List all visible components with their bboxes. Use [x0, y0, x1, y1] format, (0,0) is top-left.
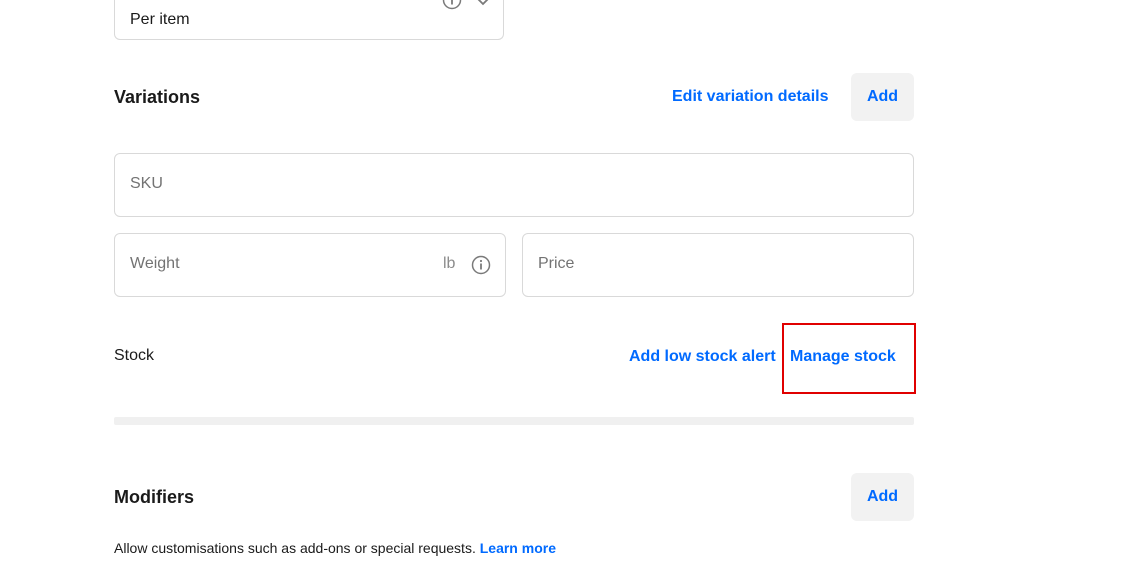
item-editor-page: Per item Variations Edit variation detai… — [0, 0, 1129, 584]
modifiers-helper-text: Allow customisations such as add-ons or … — [114, 540, 556, 556]
unit-select[interactable]: Per item — [114, 0, 504, 40]
variations-title: Variations — [114, 87, 201, 107]
modifiers-helper-label: Allow customisations such as add-ons or … — [114, 540, 476, 556]
add-low-stock-alert-link[interactable]: Add low stock alert — [629, 348, 776, 366]
add-modifier-button[interactable]: Add — [851, 473, 914, 521]
weight-field[interactable]: Weight lb — [114, 233, 506, 297]
weight-placeholder: Weight — [130, 255, 180, 272]
chevron-down-icon[interactable] — [475, 0, 491, 14]
highlight-box — [782, 323, 916, 394]
section-divider — [114, 417, 914, 425]
unit-select-value: Per item — [130, 11, 190, 28]
add-variation-button[interactable]: Add — [851, 73, 914, 121]
info-icon[interactable] — [442, 0, 462, 15]
weight-unit: lb — [443, 255, 456, 272]
price-field[interactable]: Price — [522, 233, 914, 297]
info-icon[interactable] — [471, 255, 491, 280]
sku-field[interactable]: SKU — [114, 153, 914, 217]
edit-variation-details-link[interactable]: Edit variation details — [672, 88, 828, 106]
price-placeholder: Price — [538, 255, 575, 272]
learn-more-link[interactable]: Learn more — [480, 540, 556, 556]
sku-placeholder: SKU — [130, 175, 163, 192]
stock-label: Stock — [114, 347, 155, 364]
modifiers-title: Modifiers — [114, 487, 195, 507]
